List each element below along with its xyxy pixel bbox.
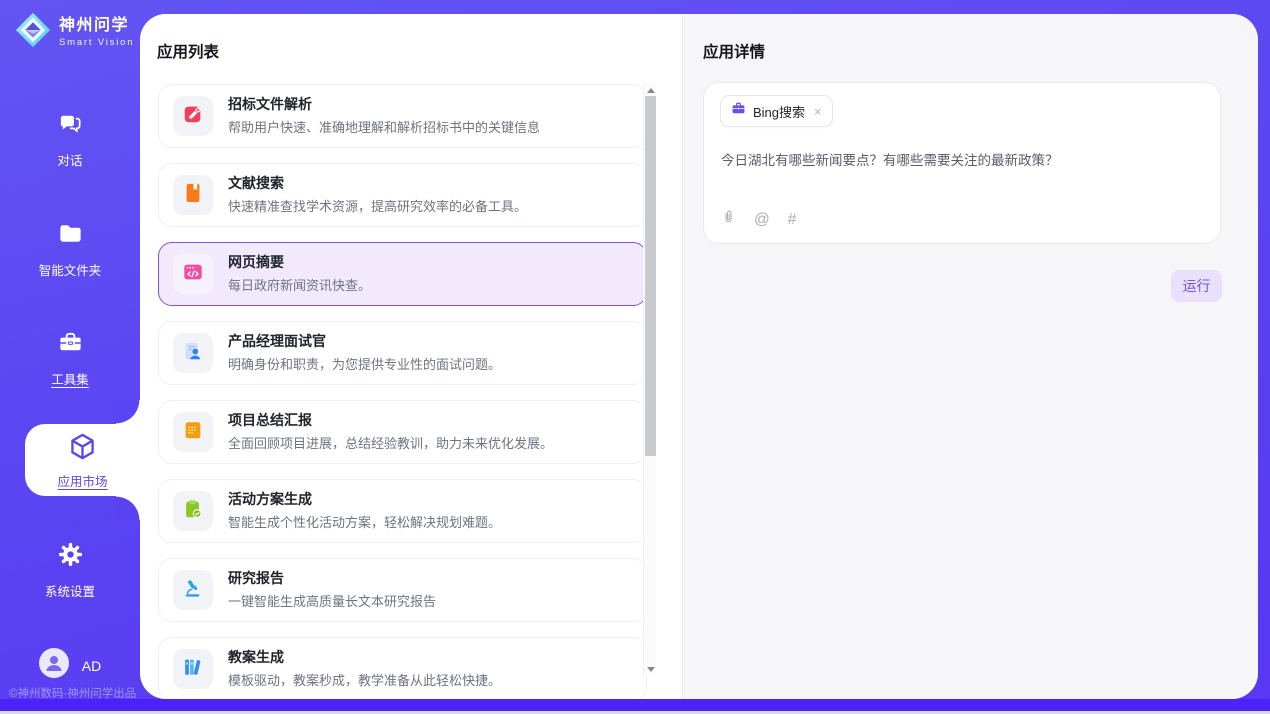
gear-icon <box>57 541 84 573</box>
toolbox-icon <box>57 329 84 361</box>
app-card-item[interactable]: 研究报告 一键智能生成高质量长文本研究报告 <box>158 558 647 622</box>
list-scrollbar[interactable] <box>643 83 656 676</box>
remove-tag-icon[interactable]: × <box>814 105 822 118</box>
sidebar-item-label: 应用市场 <box>57 471 107 490</box>
app-icon-tile <box>173 333 213 373</box>
app-title: 教案生成 <box>228 649 501 666</box>
books-icon <box>182 656 204 683</box>
book-icon <box>182 182 204 209</box>
app-list-title: 应用列表 <box>157 40 219 62</box>
app-description: 智能生成个性化活动方案，轻松解决规划难题。 <box>228 512 501 531</box>
app-icon-tile <box>173 175 213 215</box>
briefcase-icon <box>731 101 746 121</box>
microscope-icon <box>182 577 204 604</box>
run-button[interactable]: 运行 <box>1171 270 1222 302</box>
sidebar-item-chat[interactable]: 对话 <box>0 110 140 169</box>
app-description: 全面回顾项目进展，总结经验教训，助力未来优化发展。 <box>228 433 553 452</box>
brand-logo: 神州问学 Smart Vision <box>14 11 134 54</box>
app-icon-tile <box>173 491 213 531</box>
attachment-toolbar: @ # <box>721 208 796 231</box>
app-card-item[interactable]: 活动方案生成 智能生成个性化活动方案，轻松解决规划难题。 <box>158 479 647 543</box>
brand-diamond-icon <box>14 11 52 54</box>
brand-subtitle: Smart Vision <box>59 37 134 48</box>
app-description: 快速精准查找学术资源，提高研究效率的必备工具。 <box>228 196 527 215</box>
sidebar: 神州问学 Smart Vision 对话 智能文件夹 <box>0 0 140 714</box>
scrollbar-thumb[interactable] <box>645 96 656 456</box>
sidebar-item-label: 工具集 <box>51 369 89 388</box>
app-icon-tile <box>173 570 213 610</box>
app-icon-tile <box>173 96 213 136</box>
app-detail-pane: 应用详情 Bing搜索 × 今日湖北有哪些新闻要点？有哪些需要关注的最新政 <box>682 14 1258 699</box>
app-icon-tile <box>173 412 213 452</box>
app-card-item[interactable]: 文献搜索 快速精准查找学术资源，提高研究效率的必备工具。 <box>158 163 647 227</box>
folder-icon <box>57 220 84 252</box>
user-initials: AD <box>82 658 101 674</box>
app-title: 活动方案生成 <box>228 491 501 508</box>
app-title: 产品经理面试官 <box>228 333 501 350</box>
edit-square-icon <box>182 103 204 130</box>
app-card-selected[interactable]: 网页摘要 每日政府新闻资讯快查。 <box>158 242 647 306</box>
brand-title: 神州问学 <box>59 17 134 35</box>
interviewer-icon <box>182 340 204 367</box>
cube-icon <box>67 431 98 467</box>
app-title: 招标文件解析 <box>228 96 540 113</box>
scroll-up-icon[interactable] <box>644 83 657 97</box>
app-card-list: 招标文件解析 帮助用户快速、准确地理解和解析招标书中的关键信息 文献搜索 快速精… <box>158 83 647 699</box>
paperclip-icon[interactable] <box>721 208 736 231</box>
prompt-input-card[interactable]: Bing搜索 × 今日湖北有哪些新闻要点？有哪些需要关注的最新政策？ @ # <box>703 82 1221 244</box>
hash-icon[interactable]: # <box>788 211 797 229</box>
app-card-item[interactable]: 招标文件解析 帮助用户快速、准确地理解和解析招标书中的关键信息 <box>158 84 647 148</box>
tool-tag-bing-search[interactable]: Bing搜索 × <box>720 95 833 127</box>
app-description: 一键智能生成高质量长文本研究报告 <box>228 591 436 610</box>
sidebar-item-smart-folder[interactable]: 智能文件夹 <box>0 220 140 279</box>
mention-at-icon[interactable]: @ <box>754 211 770 229</box>
app-card-item[interactable]: 教案生成 模板驱动，教案秒成，教学准备从此轻松快捷。 <box>158 637 647 699</box>
bottom-accent-bar <box>0 699 1270 711</box>
app-description: 模板驱动，教案秒成，教学准备从此轻松快捷。 <box>228 670 501 689</box>
app-icon-tile <box>173 254 213 294</box>
avatar <box>39 648 69 683</box>
app-list-pane: 应用列表 招标文件解析 帮助用户快速、准确地理解和解析招标书中的关键信息 文献搜… <box>140 14 682 699</box>
app-icon-tile <box>173 649 213 689</box>
app-card-item[interactable]: 产品经理面试官 明确身份和职责，为您提供专业性的面试问题。 <box>158 321 647 385</box>
sidebar-item-settings[interactable]: 系统设置 <box>0 541 140 600</box>
sidebar-item-label: 对话 <box>57 150 82 169</box>
bubble-notch-bottom <box>116 496 140 520</box>
sidebar-item-label: 系统设置 <box>45 581 95 600</box>
app-title: 文献搜索 <box>228 175 527 192</box>
app-title: 网页摘要 <box>228 254 371 271</box>
copyright-text: ©神州数码·神州问学出品 <box>9 685 159 701</box>
notepad-icon <box>182 419 204 446</box>
app-card-item[interactable]: 项目总结汇报 全面回顾项目进展，总结经验教训，助力未来优化发展。 <box>158 400 647 464</box>
app-title: 项目总结汇报 <box>228 412 553 429</box>
browser-code-icon <box>182 261 204 288</box>
main-panel: 应用列表 招标文件解析 帮助用户快速、准确地理解和解析招标书中的关键信息 文献搜… <box>140 14 1258 699</box>
app-title: 研究报告 <box>228 570 436 587</box>
sidebar-item-toolset[interactable]: 工具集 <box>0 329 140 388</box>
app-description: 每日政府新闻资讯快查。 <box>228 275 371 294</box>
app-detail-title: 应用详情 <box>703 40 765 62</box>
scroll-down-icon[interactable] <box>644 662 657 676</box>
sidebar-item-app-market[interactable]: 应用市场 <box>25 424 140 496</box>
sidebar-item-label: 智能文件夹 <box>39 260 102 279</box>
app-description: 明确身份和职责，为您提供专业性的面试问题。 <box>228 354 501 373</box>
user-account[interactable]: AD <box>0 648 140 683</box>
app-window: 神州问学 Smart Vision 对话 智能文件夹 <box>0 0 1270 714</box>
tool-tag-label: Bing搜索 <box>753 102 805 121</box>
prompt-text[interactable]: 今日湖北有哪些新闻要点？有哪些需要关注的最新政策？ <box>721 151 1204 171</box>
app-description: 帮助用户快速、准确地理解和解析招标书中的关键信息 <box>228 117 540 136</box>
clipboard-check-icon <box>182 498 204 525</box>
chat-icon <box>57 110 84 142</box>
bubble-notch-top <box>116 400 140 424</box>
